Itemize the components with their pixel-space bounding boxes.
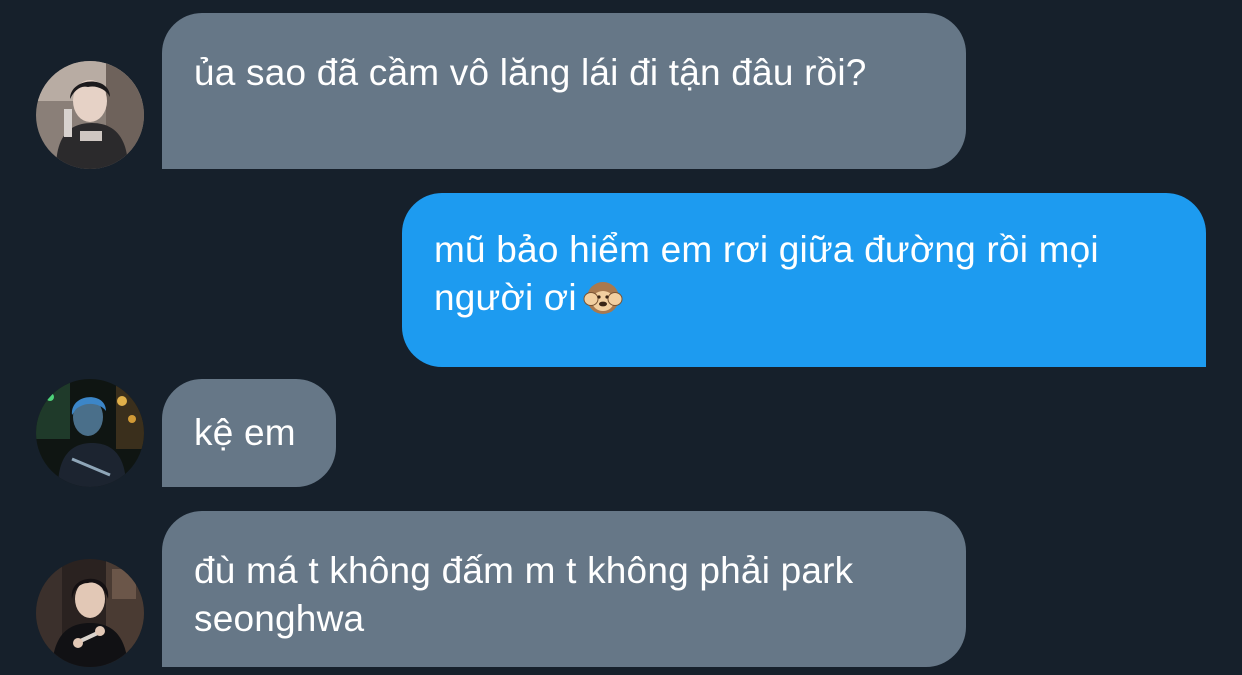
avatar-photo-icon bbox=[36, 559, 144, 667]
incoming-message-bubble[interactable]: đù má t không đấm m t không phải park se… bbox=[162, 511, 966, 667]
message-text: mũ bảo hiểm em rơi giữa đường rồi mọi ng… bbox=[434, 229, 1099, 318]
message-text: đù má t không đấm m t không phải park se… bbox=[194, 550, 854, 639]
incoming-message-bubble[interactable]: kệ em bbox=[162, 379, 336, 487]
avatar[interactable] bbox=[36, 61, 144, 169]
message-text: ủa sao đã cầm vô lăng lái đi tận đâu rồi… bbox=[194, 52, 867, 93]
outgoing-message-bubble[interactable]: mũ bảo hiểm em rơi giữa đường rồi mọi ng… bbox=[402, 193, 1206, 367]
avatar-photo-icon bbox=[36, 379, 144, 487]
message-text: kệ em bbox=[194, 412, 296, 453]
avatar[interactable] bbox=[36, 379, 144, 487]
hear-no-evil-monkey-icon bbox=[583, 277, 623, 317]
avatar[interactable] bbox=[36, 559, 144, 667]
chat-thread: ủa sao đã cầm vô lăng lái đi tận đâu rồi… bbox=[0, 0, 1242, 675]
incoming-message-bubble[interactable]: ủa sao đã cầm vô lăng lái đi tận đâu rồi… bbox=[162, 13, 966, 169]
avatar-photo-icon bbox=[36, 61, 144, 169]
